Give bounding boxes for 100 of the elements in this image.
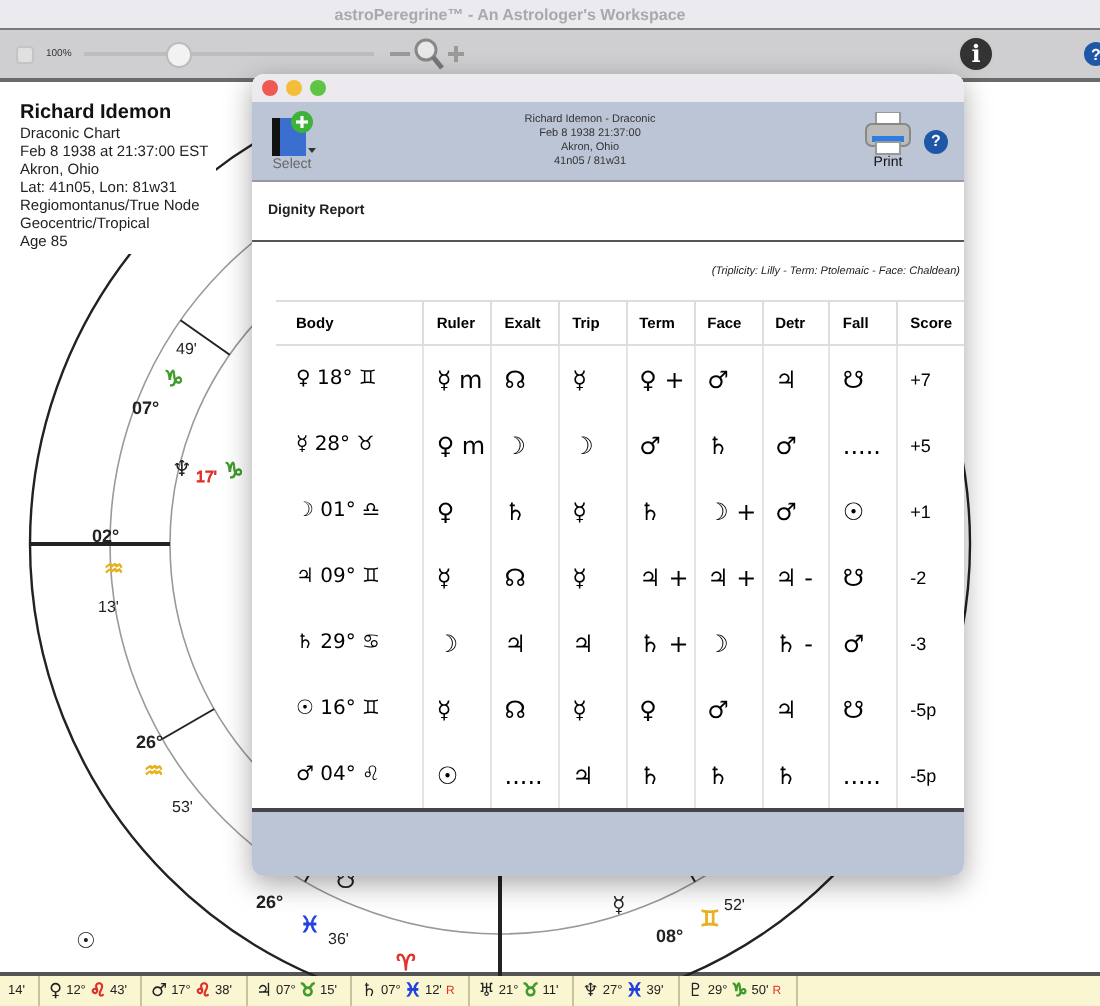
table-cell: ♀ <box>423 478 492 545</box>
table-cell: ♃ 09° ♊ <box>276 544 424 611</box>
table-cell: ♂ <box>626 412 695 479</box>
zodiac-sign-glyph: ♑ <box>224 458 244 484</box>
zodiac-sign-glyph: ♓ <box>300 912 320 938</box>
zodiac-sign-glyph: ♉ <box>299 981 316 1001</box>
minute-label: 49' <box>176 340 197 358</box>
zoom-out-icon[interactable] <box>389 50 410 58</box>
table-cell: ♀ m <box>423 412 492 479</box>
table-cell: ♃ + <box>694 544 763 611</box>
table-cell: ♃ <box>491 610 560 677</box>
planet-glyph: ♄ <box>360 981 378 1001</box>
degree-label: 26° <box>136 732 164 752</box>
table-cell: ♄ 29° ♋ <box>276 610 424 677</box>
planet-glyph: ♆ <box>172 456 192 482</box>
table-cell: ♃ - <box>762 544 830 611</box>
planet-glyph: ♇ <box>687 981 704 1001</box>
table-cell: -5p <box>897 676 964 743</box>
table-cell: ☋ <box>829 345 898 413</box>
degree-label: 26° <box>256 892 284 912</box>
table-cell: ☋ <box>829 544 898 611</box>
zodiac-sign-glyph: ♈ <box>396 950 416 976</box>
table-cell: ☽ <box>423 610 492 677</box>
zodiac-sign-glyph: ♌ <box>194 981 211 1001</box>
table-cell: ☿ <box>559 345 627 413</box>
table-cell: ♃ <box>559 610 627 677</box>
table-cell: ☿ <box>423 544 492 611</box>
minute-label: 13' <box>98 598 119 616</box>
planet-glyph: ☿ <box>612 892 626 918</box>
planet-glyph: ♀ <box>48 981 63 1001</box>
table-cell: -3 <box>897 610 964 677</box>
table-cell: ☊ <box>491 544 560 611</box>
table-cell: ☉ <box>829 478 898 545</box>
book-add-icon <box>268 110 316 159</box>
minute-label: 53' <box>172 798 193 816</box>
table-cell: ♀ <box>626 676 695 743</box>
table-cell: ☊ <box>491 676 560 743</box>
zodiac-sign-glyph: ♓ <box>626 981 643 1001</box>
table-cell: ☿ <box>423 676 492 743</box>
table-cell: ♀ 18° ♊ <box>276 345 424 413</box>
degree-label: 02° <box>92 526 120 546</box>
close-button[interactable] <box>262 80 278 97</box>
table-cell: ♂ <box>762 478 830 545</box>
zodiac-sign-glyph: ♑ <box>731 981 748 1001</box>
help-button[interactable]: ? <box>924 129 948 154</box>
printer-icon <box>864 112 912 157</box>
table-cell: ♃ <box>762 345 830 413</box>
table-cell: ☽ <box>491 412 560 479</box>
table-cell: +1 <box>897 478 964 545</box>
window-title: astroPeregrine™ - An Astrologer's Workspace <box>334 5 686 23</box>
zodiac-sign-glyph: ♉ <box>522 981 539 1001</box>
zoom-button[interactable] <box>310 80 326 97</box>
checkbox[interactable] <box>16 45 34 63</box>
table-cell: ♂ <box>762 412 830 479</box>
table-cell: ☽ <box>694 610 763 677</box>
table-cell: ☿ m <box>423 345 492 413</box>
minute-label: 52' <box>724 896 745 914</box>
table-cell: ♃ + <box>626 544 695 611</box>
table-cell: +7 <box>897 345 964 413</box>
search-icon[interactable] <box>413 38 444 70</box>
slider-thumb[interactable] <box>166 41 193 67</box>
table-cell: ☿ 28° ♉ <box>276 412 424 479</box>
table-cell: ☿ <box>559 544 627 611</box>
person-name: Richard Idemon <box>20 102 174 124</box>
table-cell: ♄ - <box>762 610 830 677</box>
planet-glyph: ♂ <box>150 981 168 1001</box>
zodiac-sign-glyph: ♒ <box>144 758 164 784</box>
table-cell: ☽ + <box>694 478 763 545</box>
planet-glyph: ♆ <box>582 981 599 1001</box>
zoom-in-icon[interactable] <box>447 46 464 62</box>
degree-label: 08° <box>656 926 684 946</box>
zodiac-sign-glyph: ♑ <box>164 366 184 392</box>
table-cell: ☊ <box>491 345 560 413</box>
table-cell: ☿ <box>559 676 627 743</box>
zodiac-sign-glyph: ♒ <box>104 556 124 582</box>
table-cell: ☽ 01° ♎ <box>276 478 424 545</box>
table-cell: ☉ 16° ♊ <box>276 676 424 743</box>
table-cell: ♄ <box>491 478 560 545</box>
table-cell: ☋ <box>829 676 898 743</box>
table-cell: -2 <box>897 544 964 611</box>
table-cell: ♂ 04° ♌ <box>276 742 424 809</box>
table-cell: ☽ <box>559 412 627 479</box>
info-button[interactable]: i <box>958 36 994 72</box>
table-cell: ..... <box>829 412 898 479</box>
minimize-button[interactable] <box>286 80 302 97</box>
table-cell: +5 <box>897 412 964 479</box>
degree-label: 07° <box>132 398 160 418</box>
zodiac-sign-glyph: ♌ <box>89 981 106 1001</box>
table-cell: ☿ <box>559 478 627 545</box>
table-cell: ♄ <box>626 478 695 545</box>
table-cell: ♂ <box>694 345 763 413</box>
table-cell: ♂ <box>694 676 763 743</box>
minute-label: 36' <box>328 930 349 948</box>
zodiac-sign-glyph: ♓ <box>404 981 421 1001</box>
help-button[interactable]: ? <box>1084 42 1100 66</box>
table-cell: ♂ <box>829 610 898 677</box>
table-cell: ♄ <box>694 412 763 479</box>
minute-label: 17' <box>196 468 217 486</box>
table-cell: ♄ + <box>626 610 695 677</box>
table-cell: ♃ <box>762 676 830 743</box>
